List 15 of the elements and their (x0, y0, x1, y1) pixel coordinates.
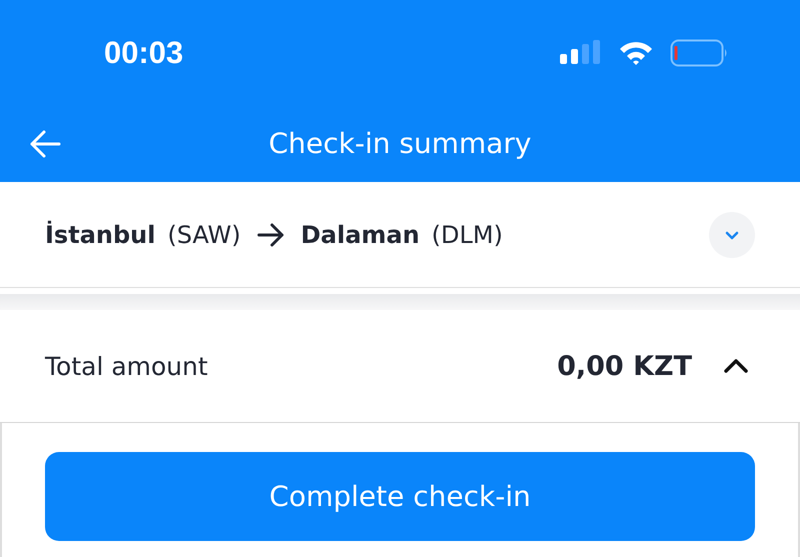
back-button[interactable] (28, 128, 62, 158)
page-title: Check-in summary (268, 127, 532, 160)
origin-code: (SAW) (167, 220, 241, 248)
complete-check-in-button[interactable]: Complete check-in (45, 452, 755, 541)
wifi-icon (618, 40, 654, 66)
chevron-icon (724, 228, 740, 240)
caret-icon[interactable] (722, 356, 750, 376)
origin-city: İstanbul (45, 220, 156, 248)
destination-city: Dalaman (300, 220, 420, 248)
destination-code: (DLM) (432, 220, 503, 248)
total-amount: 0,00 KZT (557, 350, 692, 382)
total-label: Total amount (45, 352, 208, 380)
status-time: 00:03 (104, 34, 184, 70)
arrow-icon (256, 222, 285, 246)
signal-icon (560, 40, 602, 66)
